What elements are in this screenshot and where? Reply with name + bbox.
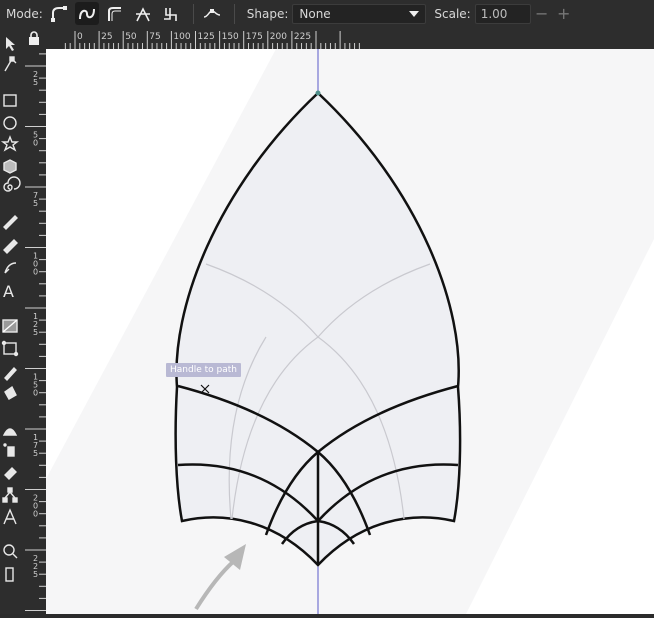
lock-icon (28, 31, 39, 45)
gradient-icon (2, 319, 18, 333)
ellipse-points-icon (203, 8, 220, 18)
selector-icon (6, 37, 15, 51)
shape-select[interactable]: None (292, 3, 427, 24)
horizontal-ruler[interactable]: 0 25 50 75 100 125 150 175 200 225 (46, 27, 654, 49)
toolbar-separator (192, 3, 194, 24)
paint-bucket-icon (4, 385, 17, 400)
ruler-label: 125 (198, 32, 215, 42)
regular-bezier-mode-button[interactable] (47, 2, 71, 25)
spiro-mode-button[interactable] (74, 2, 99, 25)
measure-icon (5, 567, 14, 582)
shape-select-value: None (299, 6, 331, 21)
artwork (46, 49, 654, 614)
calligraphy-icon (4, 262, 17, 274)
scale-input[interactable]: 1.00 (474, 3, 531, 24)
vertical-ruler[interactable]: 255075100125150175200225250 (21, 49, 46, 618)
ruler-label: 175 (246, 32, 263, 42)
ruler-label: 0 (33, 139, 38, 148)
ruler-label: 0 (33, 510, 38, 519)
shape-label: Shape: (246, 6, 289, 21)
star-icon (0, 135, 20, 152)
toolbar-separator (233, 3, 235, 24)
bspline-mode-button[interactable] (103, 2, 127, 25)
drawing-canvas[interactable]: Handle to path (46, 49, 654, 614)
ruler-label: 5 (33, 449, 38, 458)
eraser-icon (4, 467, 17, 480)
ruler-label: 0 (33, 389, 38, 398)
3d-box-icon (3, 159, 17, 174)
scale-input-value: 1.00 (480, 6, 508, 21)
node-icon (4, 56, 17, 72)
text-icon: A (3, 282, 14, 301)
mesh-icon (1, 340, 19, 357)
pencil-icon (3, 215, 18, 230)
paraxial-mode-icon (163, 7, 177, 21)
ruler-label: 0 (33, 268, 38, 277)
lock-guides-button[interactable] (21, 27, 46, 49)
spray-icon (3, 443, 15, 457)
plus-icon: + (557, 4, 571, 23)
ruler-label: 5 (33, 78, 38, 87)
minus-icon: − (535, 4, 549, 23)
ruler-label: 50 (125, 32, 137, 42)
straight-segments-mode-icon (135, 6, 150, 21)
regular-bezier-mode-icon (50, 5, 67, 22)
ruler-label: 225 (294, 32, 311, 42)
paraxial-mode-button[interactable] (159, 2, 183, 25)
canvas-tooltip: Handle to path (166, 363, 241, 377)
ruler-label: 5 (33, 570, 38, 579)
connector-icon (2, 487, 18, 503)
toolbox: A (0, 27, 21, 614)
straight-segments-mode-button[interactable] (131, 2, 155, 25)
scale-decrement-button[interactable]: − (531, 3, 553, 25)
bspline-mode-icon (107, 6, 121, 21)
scale-increment-button[interactable]: + (553, 3, 575, 25)
tweak-icon (2, 428, 18, 436)
ruler-label: 75 (149, 32, 160, 42)
dropper-icon (4, 366, 17, 382)
ruler-label: 25 (101, 32, 112, 42)
lpe-icon (3, 508, 17, 525)
pen-icon (3, 239, 18, 254)
scale-label: Scale: (434, 6, 471, 21)
mode-label: Mode: (6, 6, 43, 21)
ruler-label: 100 (173, 32, 190, 42)
svg-text:A: A (3, 282, 14, 301)
ellipse-points-button[interactable] (200, 2, 224, 25)
chevron-down-icon (409, 10, 420, 17)
path-node (315, 90, 321, 96)
ruler-label: 5 (33, 328, 38, 337)
ruler-label: 0 (77, 32, 83, 42)
ruler-label: 5 (33, 199, 38, 208)
tool-controls-bar: Mode: Shape: None Scale: 1.00 − + (0, 0, 654, 27)
spiro-mode-icon (78, 8, 95, 19)
rectangle-icon (3, 94, 17, 107)
zoom-icon (3, 544, 18, 559)
spiral-icon (3, 176, 21, 192)
ruler-label: 200 (270, 32, 287, 42)
ellipse-icon (3, 116, 17, 130)
ruler-label: 150 (222, 32, 239, 42)
